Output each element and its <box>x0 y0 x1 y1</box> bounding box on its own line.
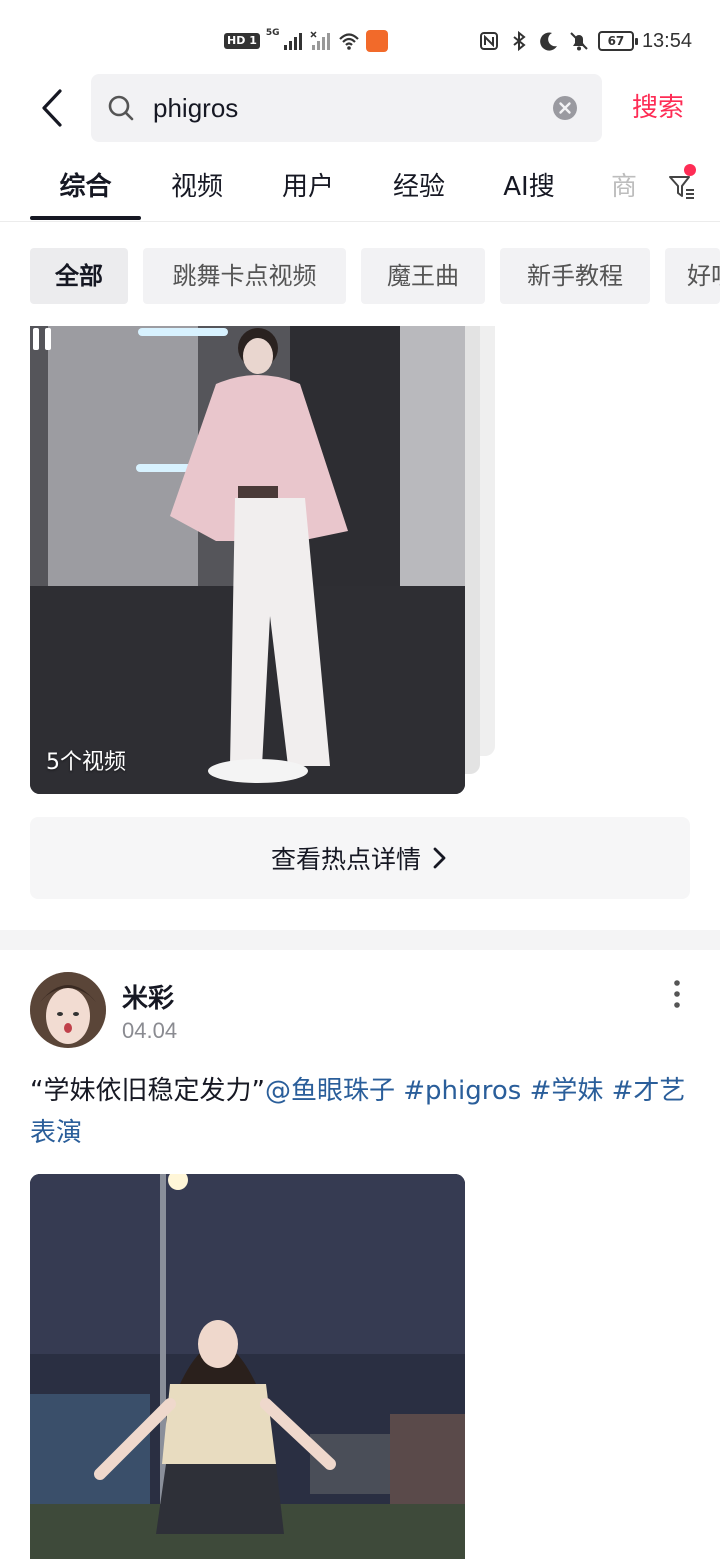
tab-experience[interactable]: 经验 <box>372 158 466 218</box>
mention-link[interactable]: @鱼眼珠子 <box>265 1076 395 1106</box>
app-notification-icon <box>365 30 388 52</box>
chevron-right-icon <box>433 847 446 869</box>
chip-all[interactable]: 全部 <box>30 248 128 304</box>
chip-beginner-tutorial[interactable]: 新手教程 <box>500 248 650 304</box>
post-video-thumbnail[interactable] <box>30 1174 465 1559</box>
post-caption: “学妹依旧稳定发力”@鱼眼珠子 #phigros #学妹 #才艺表演 <box>30 1070 690 1154</box>
tab-users[interactable]: 用户 <box>261 158 355 218</box>
video-count-label: 5个视频 <box>46 750 126 775</box>
pause-icon[interactable] <box>30 326 54 352</box>
chip-dance-video[interactable]: 跳舞卡点视频 <box>143 248 346 304</box>
avatar-image <box>30 972 106 1048</box>
hashtag-link[interactable]: #学妹 <box>530 1076 604 1106</box>
status-left: HD 1 5G <box>224 28 388 54</box>
tab-comprehensive[interactable]: 综合 <box>30 158 141 218</box>
search-header: phigros 搜索 <box>0 74 720 142</box>
tab-ai-search[interactable]: AI搜 <box>482 158 576 218</box>
section-divider <box>0 930 720 950</box>
back-button[interactable] <box>30 84 74 132</box>
search-input[interactable]: phigros <box>91 74 602 142</box>
filter-badge-dot <box>684 164 696 176</box>
moon-icon <box>540 32 557 51</box>
signal-icon <box>283 33 302 50</box>
filter-icon[interactable] <box>667 172 697 202</box>
clear-icon[interactable] <box>552 95 578 121</box>
caption-text: “学妹依旧稳定发力” <box>30 1076 265 1106</box>
more-options-icon[interactable] <box>666 978 688 1010</box>
sim-label: 1 <box>249 34 257 47</box>
search-button[interactable]: 搜索 <box>632 74 684 142</box>
hashtag-link[interactable]: #phigros <box>403 1076 521 1106</box>
wifi-icon <box>338 33 359 50</box>
bluetooth-icon <box>513 30 526 52</box>
signal-2-icon <box>309 31 330 50</box>
active-tab-indicator <box>30 216 141 220</box>
battery-icon: 67 <box>597 31 638 51</box>
hot-video-card[interactable]: 5个视频 <box>30 326 465 794</box>
avatar[interactable] <box>30 972 106 1048</box>
video-thumbnail <box>30 326 465 794</box>
bell-muted-icon <box>570 32 588 51</box>
search-icon <box>108 95 134 121</box>
search-query[interactable]: phigros <box>153 74 238 142</box>
back-arrow-icon <box>42 89 62 127</box>
author-name[interactable]: 米彩 <box>122 978 174 1015</box>
nfc-icon <box>479 32 498 50</box>
tab-video[interactable]: 视频 <box>150 158 244 218</box>
hot-detail-button[interactable]: 查看热点详情 <box>30 817 690 899</box>
chip-boss-songs[interactable]: 魔王曲 <box>361 248 485 304</box>
status-bar: HD 1 5G 67 13:54 <box>0 0 720 80</box>
hot-detail-label: 查看热点详情 <box>270 845 421 874</box>
hd-label: HD <box>227 34 246 47</box>
hd-badge: HD 1 <box>224 33 260 49</box>
network-label: 5G <box>265 28 280 38</box>
clock: 13:54 <box>641 29 692 52</box>
tab-bar: 综合 视频 用户 经验 AI搜 商 <box>0 158 720 222</box>
chip-good-songs[interactable]: 好听 <box>665 248 720 304</box>
status-right: 67 13:54 <box>478 26 692 56</box>
battery-level: 67 <box>607 34 625 48</box>
tab-shop[interactable]: 商 <box>598 158 650 218</box>
post-date: 04.04 <box>122 1018 178 1043</box>
video-thumbnail <box>30 1174 465 1559</box>
